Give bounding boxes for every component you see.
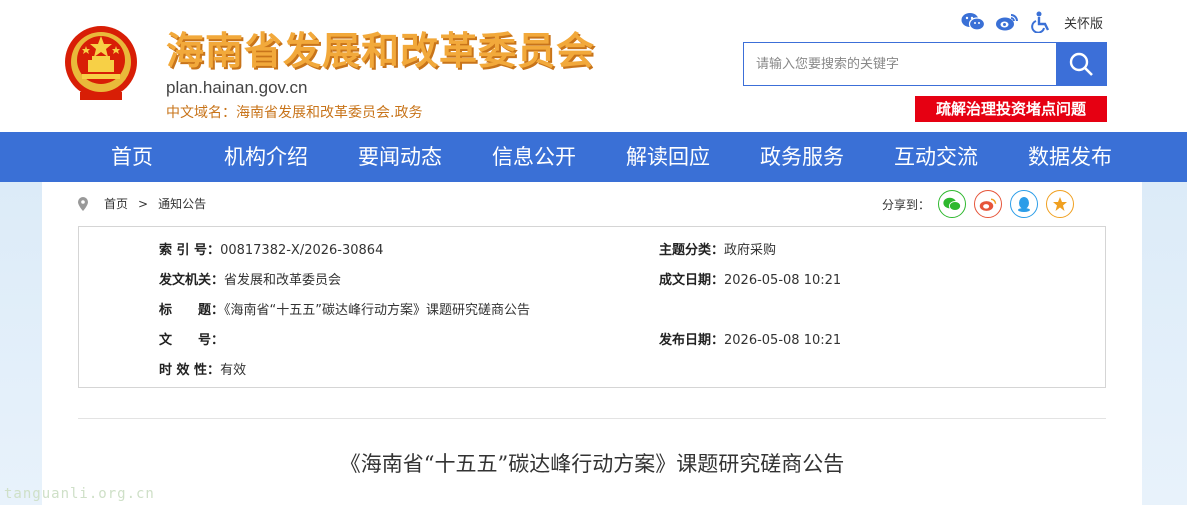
meta-title: 标 题：《海南省“十五五”碳达峰行动方案》课题研究磋商公告 <box>159 303 530 318</box>
location-pin-icon <box>78 196 88 211</box>
nav-item-interaction[interactable]: 互动交流 <box>869 132 1003 182</box>
breadcrumb-current[interactable]: 通知公告 <box>158 195 206 212</box>
share-qzone-icon[interactable] <box>1046 190 1075 218</box>
document-metadata: 索 引 号：00817382-X/2026-30864 主题分类：政府采购 发文… <box>78 226 1106 388</box>
divider <box>78 418 1106 419</box>
nav-item-disclosure[interactable]: 信息公开 <box>467 132 601 182</box>
meta-written-date: 成文日期：2026-05-08 10:21 <box>659 273 842 288</box>
search-input[interactable] <box>744 43 1056 85</box>
nav-item-data[interactable]: 数据发布 <box>1003 132 1137 182</box>
national-emblem-icon[interactable] <box>62 22 140 104</box>
meta-topic: 主题分类：政府采购 <box>659 243 777 258</box>
breadcrumb: 首页 > 通知公告 <box>78 195 206 212</box>
meta-issuer: 发文机关：省发展和改革委员会 <box>159 273 342 288</box>
nav-item-services[interactable]: 政务服务 <box>735 132 869 182</box>
share-weibo-icon[interactable] <box>974 190 1003 218</box>
article-panel: 首页 > 通知公告 分享到： 索 引 号：00817382-X/2026-308… <box>42 182 1142 505</box>
nav-item-news[interactable]: 要闻动态 <box>333 132 467 182</box>
share-qq-icon[interactable] <box>1010 190 1039 218</box>
share-wechat-icon[interactable] <box>938 190 967 218</box>
nav-item-home[interactable]: 首页 <box>65 132 199 182</box>
breadcrumb-separator: > <box>138 196 149 211</box>
investment-banner-link[interactable]: 疏解治理投资堵点问题 <box>915 96 1107 122</box>
search-bar <box>743 42 1107 86</box>
site-title[interactable]: 海南省发展和改革委员会 <box>166 20 595 75</box>
accessibility-icon[interactable] <box>1028 11 1054 33</box>
nav-item-interpretation[interactable]: 解读回应 <box>601 132 735 182</box>
site-chinese-domain: 中文域名：海南省发展和改革委员会.政务 <box>166 105 423 121</box>
share-bar: 分享到： <box>882 190 1075 218</box>
site-domain: plan.hainan.gov.cn <box>166 78 308 97</box>
nav-item-about[interactable]: 机构介绍 <box>199 132 333 182</box>
weibo-icon[interactable] <box>994 11 1020 33</box>
breadcrumb-home[interactable]: 首页 <box>104 195 128 212</box>
care-mode-link[interactable]: 关怀版 <box>1064 13 1103 32</box>
meta-validity: 时 效 性：有效 <box>159 363 247 378</box>
watermark: tanguanli.org.cn <box>4 486 155 502</box>
share-label: 分享到： <box>882 197 931 212</box>
main-nav: 首页 机构介绍 要闻动态 信息公开 解读回应 政务服务 互动交流 数据发布 <box>0 132 1187 182</box>
meta-doc-number: 文 号： <box>159 333 225 348</box>
top-toolbar: 关怀版 <box>960 10 1103 34</box>
meta-publish-date: 发布日期：2026-05-08 10:21 <box>659 333 842 348</box>
wechat-icon[interactable] <box>960 11 986 33</box>
search-icon <box>1069 52 1093 76</box>
document-title: 《海南省“十五五”碳达峰行动方案》课题研究磋商公告 <box>339 452 845 476</box>
search-button[interactable] <box>1056 43 1106 85</box>
site-header: 海南省发展和改革委员会 plan.hainan.gov.cn 中文域名：海南省发… <box>0 0 1187 132</box>
meta-index: 索 引 号：00817382-X/2026-30864 <box>159 243 384 258</box>
